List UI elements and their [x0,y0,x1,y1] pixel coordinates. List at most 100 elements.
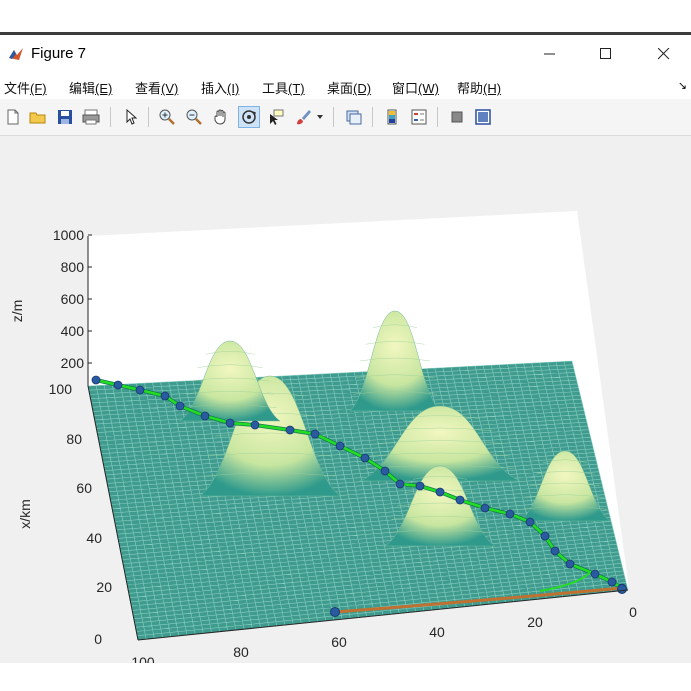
pointer-icon [126,108,138,125]
x-tick-label: 0 [94,631,102,647]
toolbar-separator [110,107,111,127]
path-point [250,420,260,430]
minimize-button[interactable] [527,35,573,73]
path-point [607,577,617,587]
path-point [160,391,170,401]
new-figure-button[interactable] [2,106,24,128]
maximize-button[interactable] [583,35,629,73]
close-button[interactable] [641,35,687,73]
y-tick-label: 0 [629,604,637,620]
data-cursor-icon [270,109,284,125]
rotate-3d-button[interactable] [238,106,260,128]
menu-window[interactable]: 窗口(W) [392,78,439,97]
path-point [200,411,210,421]
z-tick-label: 800 [61,259,85,275]
z-tick-label: 400 [61,323,85,339]
menu-desktop[interactable]: 桌面(D) [327,78,371,97]
brush-dropdown[interactable] [314,106,326,128]
path-point [113,380,123,390]
path-point [525,517,535,527]
zoom-in-icon [159,109,175,125]
path-point [395,479,405,489]
maximize-icon [600,48,611,59]
save-icon [58,110,72,124]
menu-file[interactable]: 文件(F) [4,78,47,97]
close-icon [658,48,670,60]
colorbar-button[interactable] [381,106,403,128]
path-point [225,418,235,428]
print-button[interactable] [80,106,102,128]
legend-icon [411,109,427,125]
print-icon [82,109,100,125]
z-tick-label: 1000 [53,227,84,243]
y-tick-label: 80 [233,644,249,660]
zoom-in-button[interactable] [156,106,178,128]
chevron-down-icon [317,115,323,119]
title-bar: Figure 7 [0,35,691,73]
path-point [135,385,145,395]
hide-plot-tools-button[interactable] [446,106,468,128]
pan-hand-icon [214,109,226,125]
path-point [335,441,345,451]
path-point [380,466,390,476]
path-point [455,495,465,505]
open-file-icon [29,112,46,124]
minimize-icon [544,53,555,55]
data-cursor-button[interactable] [265,106,287,128]
menu-help[interactable]: 帮助(H) [457,78,501,97]
save-button[interactable] [54,106,76,128]
dock-arrow-icon[interactable]: ↘ [678,79,687,92]
toolbar-separator [437,107,438,127]
figure-canvas[interactable]: 1000 800 600 400 200 z/m 0 20 40 60 80 100 x/km 100 80… [0,136,691,685]
path-point [415,481,425,491]
y-tick-label: 20 [527,614,543,630]
rotate-3d-icon [242,110,257,124]
show-plot-tools-button[interactable] [472,106,494,128]
path-point [175,401,185,411]
zoom-out-icon [186,109,202,125]
path-point [505,509,515,519]
toolbar-separator [372,107,373,127]
surface-plot[interactable]: 1000800600400200z/m020406080100x/km10080… [0,136,691,685]
start-point [330,607,340,617]
x-tick-label: 60 [76,480,92,496]
window-title: Figure 7 [31,45,87,62]
open-file-button[interactable] [27,106,49,128]
path-point [540,531,550,541]
y-tick-label: 100 [131,654,155,663]
brush-button[interactable] [292,106,314,128]
x-axis-label: x/km [17,499,33,529]
menu-edit[interactable]: 编辑(E) [69,78,112,97]
z-tick-label: 200 [61,355,85,371]
path-point [285,425,295,435]
path-point [310,429,320,439]
y-tick-label: 60 [331,634,347,650]
new-figure-icon [7,109,19,125]
z-tick-label: 600 [61,291,85,307]
legend-button[interactable] [408,106,430,128]
menu-bar: 文件(F) 编辑(E) 查看(V) 插入(I) 工具(T) 桌面(D) 窗口(W… [0,73,691,99]
z-axis-label: z/m [9,300,25,323]
menu-view[interactable]: 查看(V) [135,78,178,97]
link-plot-button[interactable] [343,106,365,128]
menu-insert[interactable]: 插入(I) [201,78,239,97]
path-point [91,375,101,385]
path-point [590,569,600,579]
path-point [435,487,445,497]
pan-button[interactable] [210,106,232,128]
x-tick-label: 100 [49,381,73,397]
toolbar-separator [333,107,334,127]
menu-tools[interactable]: 工具(T) [262,78,305,97]
zoom-out-button[interactable] [183,106,205,128]
path-point [565,559,575,569]
path-point [480,503,490,513]
matlab-icon [9,48,23,60]
brush-icon [297,110,311,125]
colorbar-icon [387,109,397,125]
toolbar-separator [148,107,149,127]
y-tick-label: 40 [429,624,445,640]
x-tick-label: 80 [66,431,82,447]
pointer-button[interactable] [120,106,142,128]
figure-toolbar [0,99,691,136]
show-plot-tools-icon [475,109,491,125]
